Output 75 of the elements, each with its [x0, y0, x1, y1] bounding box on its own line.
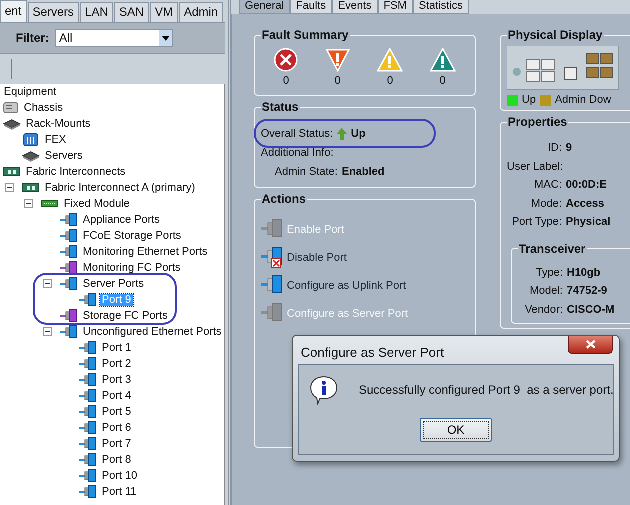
tree-item[interactable]: Port 6	[100, 422, 134, 434]
field-label: ID:	[546, 142, 562, 154]
field-value: Enabled	[342, 166, 385, 178]
tree-item[interactable]: Monitoring Ethernet Ports	[81, 246, 210, 258]
dialog-message: Successfully configured Port 9 as a server port.	[359, 383, 614, 397]
field-value: Up	[351, 128, 366, 140]
field-value: Physical	[566, 216, 611, 228]
tree-item[interactable]: Storage FC Ports	[81, 310, 170, 322]
fault-count: 0	[334, 75, 341, 87]
nav-tab[interactable]: LAN	[80, 2, 114, 22]
field-label: Admin State:	[274, 166, 338, 178]
fault-count: 0	[283, 75, 290, 87]
field-label: MAC:	[534, 179, 562, 192]
tree-item[interactable]: Fixed Module	[62, 198, 132, 210]
dialog-title: Configure as Server Port	[301, 345, 444, 362]
field-value: 74752-9	[567, 285, 608, 298]
tree-item[interactable]: Port 10	[100, 470, 140, 482]
action-link[interactable]: Configure as Uplink Port	[287, 280, 406, 292]
tree-item[interactable]: Port 11	[100, 486, 139, 498]
tree-item[interactable]: FCoE Storage Ports	[81, 230, 184, 242]
fault-count: 0	[440, 75, 446, 87]
nav-tab[interactable]: Servers	[28, 2, 80, 22]
field-label: Model:	[528, 285, 563, 298]
field-label: Additional Info:	[261, 146, 334, 158]
field-value: 9	[566, 142, 572, 154]
nav-tab[interactable]: Admin	[179, 2, 224, 22]
detail-tab[interactable]: Statistics	[412, 0, 469, 14]
tree-item[interactable]: Rack-Mounts	[24, 118, 93, 130]
field-label: Type:	[535, 266, 563, 279]
detail-tab[interactable]: Faults	[290, 0, 332, 14]
legend-label: Admin Dow	[555, 94, 612, 106]
filter-label: Filter:	[16, 31, 50, 45]
nav-tab[interactable]: ent	[0, 0, 27, 22]
action-link[interactable]: Disable Port	[287, 252, 347, 264]
tree-item[interactable]: Port 7	[100, 438, 134, 450]
field-label: Mode:	[530, 198, 562, 210]
field-label: User Label:	[507, 160, 562, 173]
field-value: 00:0D:E	[566, 179, 607, 192]
detail-tab[interactable]: Events	[332, 0, 378, 14]
detail-tab[interactable]: General	[239, 0, 290, 14]
tree-item[interactable]: Unconfigured Ethernet Ports	[81, 326, 224, 338]
tree-item[interactable]: Chassis	[22, 102, 66, 114]
filter-dropdown[interactable]: All	[55, 29, 174, 47]
tree-item[interactable]: Port 2	[100, 358, 134, 370]
tree-item[interactable]: Port 8	[100, 454, 134, 466]
panel-title: Properties	[507, 115, 568, 129]
legend-label: Up	[522, 94, 536, 106]
tree-item[interactable]: Fabric Interconnects	[24, 166, 128, 178]
panel-title: Fault Summary	[261, 28, 350, 42]
tree-item[interactable]: Port 3	[100, 374, 134, 386]
field-value: CISCO-M	[567, 304, 615, 316]
tree-item[interactable]: Monitoring FC Ports	[81, 262, 183, 274]
field-label: Overall Status:	[261, 128, 334, 140]
field-label: Vendor:	[524, 304, 563, 316]
detail-tab[interactable]: FSM	[378, 0, 413, 14]
tree-item[interactable]: Appliance Ports	[81, 214, 162, 226]
nav-tab[interactable]: SAN	[114, 2, 150, 22]
tree-item[interactable]: Port 4	[100, 390, 134, 402]
panel-title: Actions	[261, 192, 308, 206]
field-value: H10gb	[567, 266, 601, 279]
tree-item[interactable]: Servers	[43, 150, 85, 162]
field-label: Port Type:	[511, 216, 562, 228]
nav-tab[interactable]: VM	[150, 2, 178, 22]
panel-title: Transceiver	[518, 242, 587, 256]
tree-item[interactable]: FEX	[43, 134, 68, 146]
fault-count: 0	[387, 75, 394, 87]
tree-item[interactable]: Fabric Interconnect A (primary)	[43, 182, 198, 194]
panel-title: Status	[261, 100, 300, 114]
panel-title: Physical Display	[507, 28, 604, 42]
tree-item[interactable]: Port 5	[100, 406, 134, 418]
tree-item[interactable]: Server Ports	[81, 278, 146, 290]
tree-item[interactable]: Equipment	[2, 86, 59, 98]
tree-item[interactable]: Port 1	[100, 342, 134, 354]
field-value: Access	[566, 198, 605, 210]
ok-button[interactable]: OK	[420, 418, 492, 442]
